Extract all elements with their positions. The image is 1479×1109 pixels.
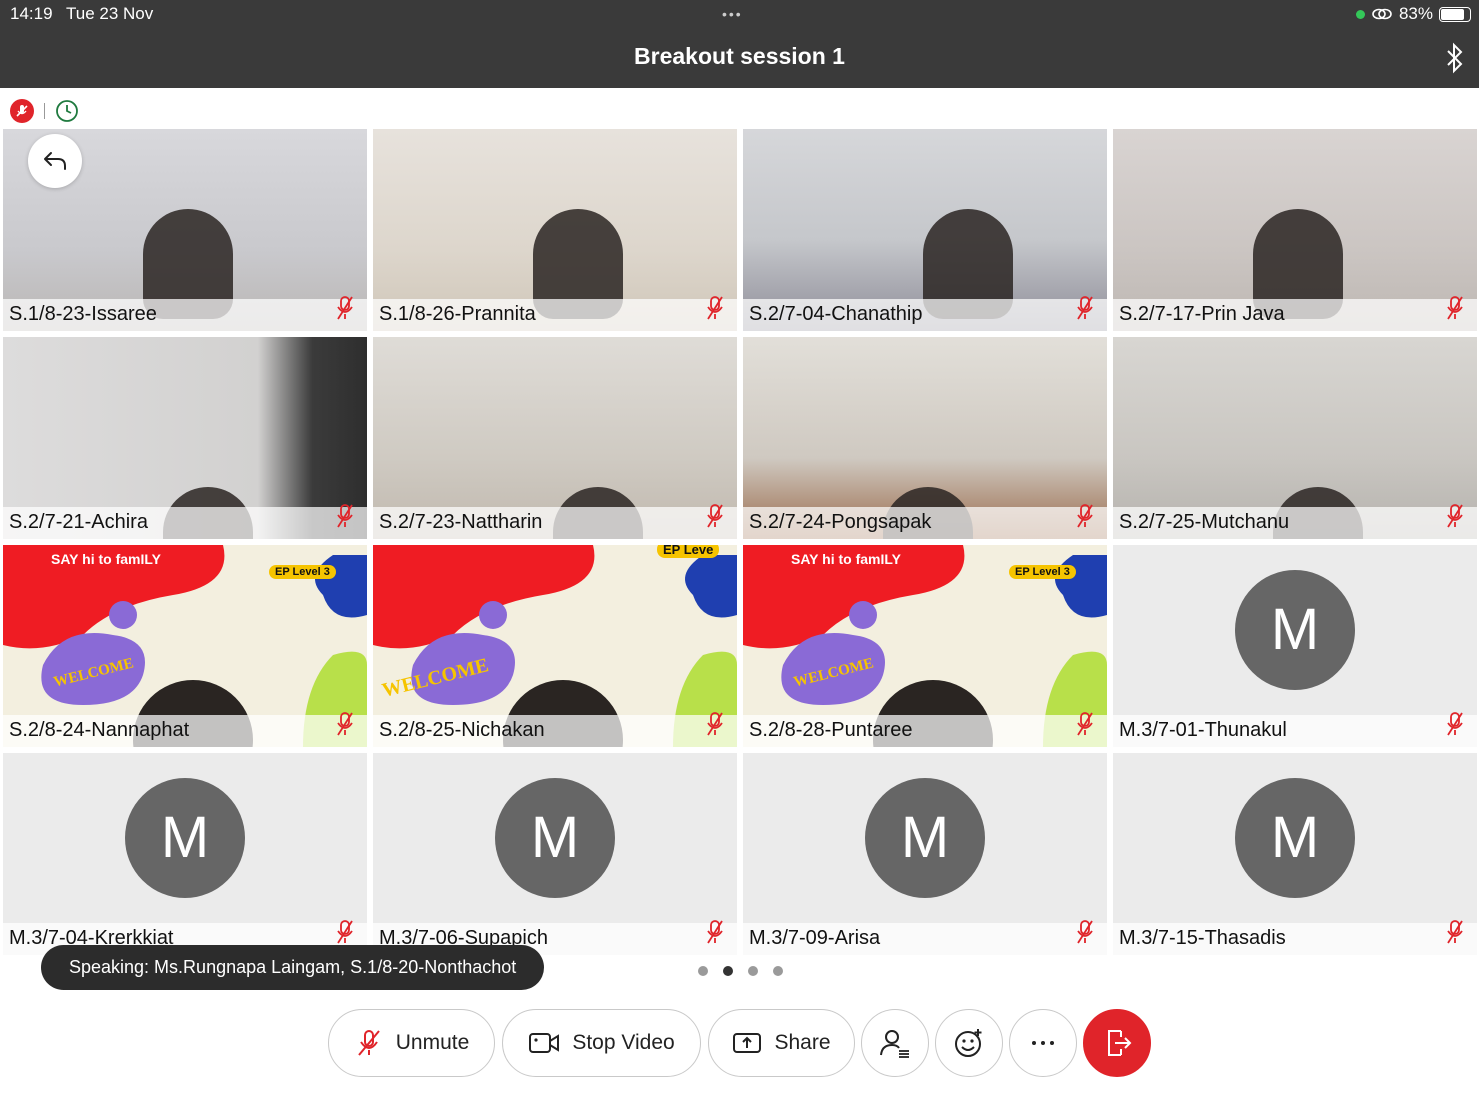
participant-name: S.2/7-17-Prin Java [1119, 303, 1285, 325]
unmute-button[interactable]: Unmute [328, 1009, 495, 1077]
background-banner-text: SAY hi to famILY [791, 551, 901, 567]
muted-mic-icon [335, 503, 355, 534]
page-dot[interactable] [773, 966, 783, 976]
participant-name: S.1/8-23-Issaree [9, 303, 157, 325]
stop-video-button[interactable]: Stop Video [502, 1009, 701, 1077]
page-indicator[interactable] [698, 966, 783, 976]
muted-mic-icon [705, 711, 725, 742]
participant-name: M.3/7-09-Arisa [749, 927, 881, 949]
participant-name: S.2/7-04-Chanathip [749, 303, 923, 325]
muted-mic-icon [1445, 919, 1465, 950]
meeting-info-row [10, 99, 79, 123]
divider [44, 103, 45, 119]
participant-name: M.3/7-15-Thasadis [1119, 927, 1286, 949]
camera-in-use-icon [1355, 9, 1365, 19]
background-badge-text: EP Level 3 [269, 565, 336, 579]
participant-name: S.1/8-26-Prannita [379, 303, 536, 325]
participant-tile[interactable]: S.2/7-04-Chanathip [743, 129, 1107, 331]
more-icon [1032, 1041, 1054, 1045]
participant-avatar: M [865, 778, 985, 898]
participant-tile[interactable]: EP Leve WELCOME S.2/8-25-Nichakan [373, 545, 737, 747]
participant-tile[interactable]: M M.3/7-06-Supapich [373, 753, 737, 955]
status-date: Tue 23 Nov [66, 4, 154, 23]
participant-name: S.2/8-24-Nannaphat [9, 719, 190, 741]
participant-avatar: M [495, 778, 615, 898]
clock-icon[interactable] [55, 99, 79, 123]
participant-name: S.2/7-24-Pongsapak [749, 511, 932, 533]
back-button[interactable] [28, 134, 82, 188]
participant-name: S.2/8-28-Puntaree [749, 719, 913, 741]
participant-avatar: M [1235, 570, 1355, 690]
participant-tile[interactable]: S.2/7-17-Prin Java [1113, 129, 1477, 331]
participants-icon [880, 1030, 909, 1058]
participant-tile[interactable]: M M.3/7-09-Arisa [743, 753, 1107, 955]
meeting-title: Breakout session 1 [634, 43, 845, 69]
page-dot[interactable] [723, 966, 733, 976]
participant-tile[interactable]: S.2/7-23-Nattharin [373, 337, 737, 539]
muted-mic-icon [705, 919, 725, 950]
muted-mic-icon [1075, 295, 1095, 326]
background-badge-text: EP Leve [657, 545, 720, 558]
muted-mic-icon [1075, 919, 1095, 950]
leave-icon [1108, 1030, 1132, 1056]
muted-mic-icon [1075, 711, 1095, 742]
status-time: 14:19 [10, 4, 53, 23]
participant-tile[interactable]: M M.3/7-01-Thunakul [1113, 545, 1477, 747]
background-banner-text: SAY hi to famILY [51, 551, 161, 567]
muted-mic-icon [1445, 295, 1465, 326]
muted-mic-icon [335, 295, 355, 326]
link-icon [1372, 8, 1392, 20]
page-dot[interactable] [698, 966, 708, 976]
leave-button[interactable] [1083, 1009, 1151, 1077]
share-screen-icon [733, 1033, 762, 1053]
participants-button[interactable] [861, 1009, 929, 1077]
emoji-add-icon [955, 1029, 982, 1057]
video-camera-icon [529, 1033, 560, 1053]
muted-mic-icon [335, 711, 355, 742]
unmute-label: Unmute [395, 1031, 470, 1054]
participant-tile[interactable]: M M.3/7-15-Thasadis [1113, 753, 1477, 955]
status-bar: 14:19 Tue 23 Nov ••• 83% [0, 0, 1479, 28]
participant-tile[interactable]: SAY hi to famILY EP Level 3 WELCOME S.2/8-2… [3, 545, 367, 747]
page-dot[interactable] [748, 966, 758, 976]
muted-mic-icon [705, 503, 725, 534]
participant-tile[interactable]: S.2/7-24-Pongsapak [743, 337, 1107, 539]
stop-video-label: Stop Video [572, 1031, 675, 1054]
participant-name: S.2/8-25-Nichakan [379, 719, 545, 741]
bluetooth-icon[interactable] [1445, 42, 1465, 74]
battery-fill [1441, 8, 1465, 20]
participant-tile[interactable]: S.2/7-21-Achira [3, 337, 367, 539]
reactions-button[interactable] [935, 1009, 1003, 1077]
share-button[interactable]: Share [708, 1009, 855, 1077]
muted-mic-icon [1445, 503, 1465, 534]
participant-name: M.3/7-01-Thunakul [1119, 719, 1287, 741]
status-right: 83% [1355, 4, 1471, 24]
participant-tile[interactable]: SAY hi to famILY EP Level 3 WELCOME S.2/8-2… [743, 545, 1107, 747]
participant-name: S.2/7-21-Achira [9, 511, 148, 533]
more-button[interactable] [1009, 1009, 1077, 1077]
multitasking-dots-icon[interactable]: ••• [722, 6, 743, 22]
share-label: Share [774, 1031, 831, 1054]
title-bar: Breakout session 1 [0, 28, 1479, 88]
participant-avatar: M [125, 778, 245, 898]
battery-percent: 83% [1398, 4, 1433, 23]
muted-mic-icon [357, 1030, 380, 1056]
participant-tile[interactable]: S.1/8-26-Prannita [373, 129, 737, 331]
muted-mic-icon [705, 295, 725, 326]
muted-mic-icon [1075, 503, 1095, 534]
participant-name: S.2/7-25-Mutchanu [1119, 511, 1290, 533]
battery-icon [1439, 6, 1471, 22]
participant-tile[interactable]: M M.3/7-04-Krerkkiat [3, 753, 367, 955]
participant-tile[interactable]: S.2/7-25-Mutchanu [1113, 337, 1477, 539]
muted-mic-icon [1445, 711, 1465, 742]
back-arrow-icon [44, 152, 66, 170]
participant-avatar: M [1235, 778, 1355, 898]
speaking-indicator: Speaking: Ms.Rungnapa Laingam, S.1/8-20-… [41, 945, 545, 990]
background-badge-text: EP Level 3 [1009, 565, 1076, 579]
muted-alert-icon[interactable] [10, 99, 34, 123]
participant-name: S.2/7-23-Nattharin [379, 511, 543, 533]
